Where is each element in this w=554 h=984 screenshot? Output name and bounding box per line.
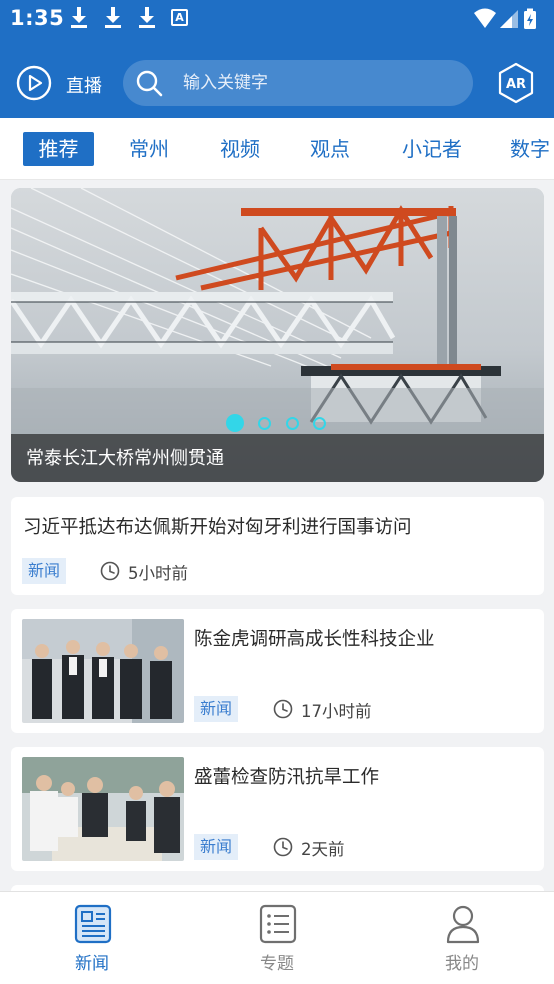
- clock-icon: [273, 837, 293, 857]
- nav-topics[interactable]: 专题: [232, 904, 322, 974]
- tab-young-reporter[interactable]: 小记者: [392, 132, 472, 166]
- news-title: 习近平抵达布达佩斯开始对匈牙利进行国事访问: [23, 517, 412, 538]
- download-icon: [104, 7, 122, 29]
- news-title: 盛蕾检查防汛抗旱工作: [194, 767, 380, 788]
- list-icon: [259, 904, 297, 944]
- system-status-icons: [474, 8, 536, 29]
- battery-charging-icon: [524, 8, 536, 29]
- news-time: 17小时前: [301, 702, 372, 721]
- news-card[interactable]: 陈金虎调研高成长性科技企业 新闻 17小时前: [11, 609, 544, 733]
- news-card[interactable]: 习近平抵达布达佩斯开始对匈牙利进行国事访问 新闻 5小时前: [11, 497, 544, 595]
- meeting-photo: [22, 619, 184, 723]
- ar-button[interactable]: AR: [497, 62, 535, 104]
- status-time: 1:35: [10, 6, 65, 30]
- search-input[interactable]: [183, 60, 453, 106]
- tab-video[interactable]: 视频: [205, 132, 275, 166]
- tab-digital[interactable]: 数字: [510, 132, 554, 166]
- status-bar: 1:35 A: [0, 0, 554, 38]
- ar-label: AR: [506, 77, 526, 92]
- news-thumbnail: [22, 619, 184, 723]
- search-icon: [136, 70, 163, 97]
- channel-tabs: 推荐 常州 视频 观点 小记者 数字: [0, 118, 554, 180]
- search-bar[interactable]: [123, 60, 473, 106]
- nav-label: 新闻: [75, 954, 109, 974]
- live-label[interactable]: 直播: [66, 72, 102, 98]
- pagination-dot[interactable]: [258, 417, 271, 430]
- newspaper-icon: [74, 904, 112, 944]
- pagination-dot[interactable]: [313, 417, 326, 430]
- app-a-icon: A: [171, 9, 188, 26]
- nav-label: 我的: [445, 954, 479, 974]
- nav-news[interactable]: 新闻: [47, 904, 137, 974]
- wifi-icon: [474, 8, 496, 28]
- bottom-navigation: 新闻 专题 我的: [0, 891, 554, 984]
- app-header: 1:35 A 直播 AR: [0, 0, 554, 118]
- news-title: 陈金虎调研高成长性科技企业: [194, 629, 435, 650]
- news-time: 5小时前: [128, 564, 188, 583]
- news-card[interactable]: 盛蕾检查防汛抗旱工作 新闻 2天前: [11, 747, 544, 871]
- tab-opinion[interactable]: 观点: [295, 132, 365, 166]
- nav-mine[interactable]: 我的: [417, 904, 507, 974]
- tab-changzhou[interactable]: 常州: [114, 132, 184, 166]
- clock-icon: [273, 699, 293, 719]
- banner-caption: 常泰长江大桥常州侧贯通: [26, 448, 224, 469]
- news-tag: 新闻: [22, 558, 67, 584]
- live-play-icon[interactable]: [16, 65, 52, 101]
- news-tag: 新闻: [194, 834, 239, 860]
- featured-banner[interactable]: 常泰长江大桥常州侧贯通: [11, 188, 544, 482]
- pagination-dot[interactable]: [286, 417, 299, 430]
- download-icon: [138, 7, 156, 29]
- news-tag: 新闻: [194, 696, 239, 722]
- inspection-photo: [22, 757, 184, 861]
- nav-label: 专题: [260, 954, 294, 974]
- news-time: 2天前: [301, 840, 345, 859]
- clock-icon: [100, 561, 120, 581]
- news-thumbnail: [22, 757, 184, 861]
- download-icon: [70, 7, 88, 29]
- tab-recommend[interactable]: 推荐: [23, 132, 94, 166]
- person-icon: [446, 905, 480, 944]
- pagination-dot-active[interactable]: [226, 414, 244, 432]
- banner-caption-bar: 常泰长江大桥常州侧贯通: [11, 434, 544, 482]
